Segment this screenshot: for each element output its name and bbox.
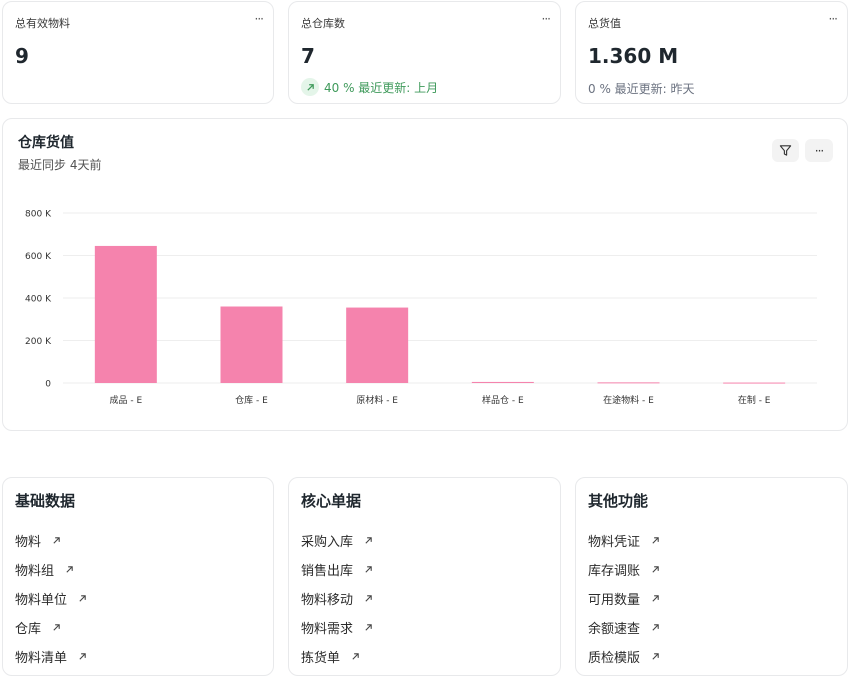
stat-value: 7 xyxy=(301,44,315,68)
external-arrow-icon xyxy=(651,594,661,604)
link-item[interactable]: 物料需求 xyxy=(301,613,374,642)
y-tick-label: 0 xyxy=(45,380,51,390)
x-tick-label: 原材料 - E xyxy=(356,394,398,406)
external-arrow-icon xyxy=(52,536,62,546)
link-list: 物料凭证库存调账可用数量余额速查质检模版 xyxy=(588,526,661,671)
link-item-label: 物料凭证 xyxy=(588,535,641,550)
link-card-title: 核心单据 xyxy=(301,492,362,510)
bar[interactable] xyxy=(220,306,283,384)
stat-trend-text: 40 % 最近更新: 上月 xyxy=(324,80,439,95)
stat-trend: 40 % 最近更新: 上月 xyxy=(301,78,438,96)
link-item[interactable]: 质检模版 xyxy=(588,642,661,671)
link-card-core-docs: 核心单据 采购入库销售出库物料移动物料需求拣货单 xyxy=(288,477,561,676)
link-item-label: 质检模版 xyxy=(588,651,641,666)
stat-title: 总仓库数 xyxy=(301,17,345,30)
external-arrow-icon xyxy=(78,594,88,604)
link-item-label: 库存调账 xyxy=(588,564,641,579)
link-item[interactable]: 销售出库 xyxy=(301,555,374,584)
chart-card: 仓库货值 最近同步 4天前 ··· 0 200 K 400 K 600 K 800 K成… xyxy=(2,118,848,431)
link-card-title: 基础数据 xyxy=(15,492,76,510)
y-tick-label: 400 K xyxy=(25,295,52,305)
link-card-basic-data: 基础数据 物料物料组物料单位仓库物料清单 xyxy=(2,477,274,676)
bar[interactable] xyxy=(471,381,534,383)
link-item[interactable]: 物料组 xyxy=(15,555,88,584)
external-arrow-icon xyxy=(651,652,661,662)
link-item[interactable]: 库存调账 xyxy=(588,555,661,584)
bar[interactable] xyxy=(597,382,660,384)
link-item[interactable]: 物料凭证 xyxy=(588,526,661,555)
link-item[interactable]: 仓库 xyxy=(15,613,88,642)
stat-card-value: 总货值 ··· 1.360 M 0 % 最近更新: 昨天 xyxy=(575,1,848,104)
link-item[interactable]: 物料移动 xyxy=(301,584,374,613)
link-item-label: 余额速查 xyxy=(588,622,641,637)
stat-trend-text: 0 % 最近更新: 昨天 xyxy=(588,82,695,96)
stat-title: 总有效物料 xyxy=(15,17,70,30)
bar[interactable] xyxy=(723,382,786,384)
link-item-label: 拣货单 xyxy=(301,651,341,666)
link-item-label: 物料 xyxy=(15,535,42,550)
link-item-label: 物料组 xyxy=(15,564,55,579)
external-arrow-icon xyxy=(364,623,374,633)
bar[interactable] xyxy=(346,307,409,383)
link-item-label: 物料清单 xyxy=(15,651,68,666)
stat-card-materials: 总有效物料 ··· 9 xyxy=(2,1,274,104)
link-card-title: 其他功能 xyxy=(588,492,649,510)
link-item[interactable]: 物料单位 xyxy=(15,584,88,613)
external-arrow-icon xyxy=(364,594,374,604)
link-item[interactable]: 物料 xyxy=(15,526,88,555)
link-item[interactable]: 采购入库 xyxy=(301,526,374,555)
external-arrow-icon xyxy=(364,536,374,546)
external-arrow-icon xyxy=(651,565,661,575)
x-tick-label: 样品仓 - E xyxy=(482,394,524,406)
x-tick-label: 成品 - E xyxy=(110,394,143,406)
link-item-label: 可用数量 xyxy=(588,593,641,608)
stat-value: 1.360 M xyxy=(588,44,679,68)
more-icon[interactable]: ··· xyxy=(829,12,839,26)
bar[interactable] xyxy=(94,245,157,383)
y-tick-label: 200 K xyxy=(25,337,52,347)
y-tick-label: 800 K xyxy=(25,210,52,220)
link-item-label: 销售出库 xyxy=(301,564,354,579)
x-tick-label: 在途物料 - E xyxy=(603,394,654,406)
external-arrow-icon xyxy=(364,565,374,575)
bar-chart: 0 200 K 400 K 600 K 800 K 成品 - E 仓库 - E 原材料 - E… xyxy=(25,210,817,406)
link-item-label: 物料需求 xyxy=(301,622,354,637)
stat-value: 9 xyxy=(15,44,29,68)
link-item[interactable]: 余额速查 xyxy=(588,613,661,642)
trend-up-icon xyxy=(301,78,319,96)
external-arrow-icon xyxy=(52,623,62,633)
link-item-label: 物料单位 xyxy=(15,593,68,608)
link-item[interactable]: 可用数量 xyxy=(588,584,661,613)
link-item-label: 物料移动 xyxy=(301,593,354,608)
x-tick-label: 在制 - E xyxy=(738,394,771,406)
external-arrow-icon xyxy=(78,652,88,662)
link-item-label: 仓库 xyxy=(15,622,42,637)
link-list: 物料物料组物料单位仓库物料清单 xyxy=(15,526,88,671)
stat-card-warehouses: 总仓库数 ··· 7 40 % 最近更新: 上月 xyxy=(288,1,561,104)
link-item[interactable]: 物料清单 xyxy=(15,642,88,671)
link-list: 采购入库销售出库物料移动物料需求拣货单 xyxy=(301,526,374,671)
link-item[interactable]: 拣货单 xyxy=(301,642,374,671)
external-arrow-icon xyxy=(651,536,661,546)
external-arrow-icon xyxy=(651,623,661,633)
y-tick-label: 600 K xyxy=(25,252,52,262)
x-tick-label: 仓库 - E xyxy=(235,394,268,406)
external-arrow-icon xyxy=(351,652,361,662)
external-arrow-icon xyxy=(65,565,75,575)
more-icon[interactable]: ··· xyxy=(255,12,265,26)
more-icon[interactable]: ··· xyxy=(542,12,552,26)
link-item-label: 采购入库 xyxy=(301,535,354,550)
link-card-other: 其他功能 物料凭证库存调账可用数量余额速查质检模版 xyxy=(575,477,848,676)
stat-title: 总货值 xyxy=(588,17,621,30)
